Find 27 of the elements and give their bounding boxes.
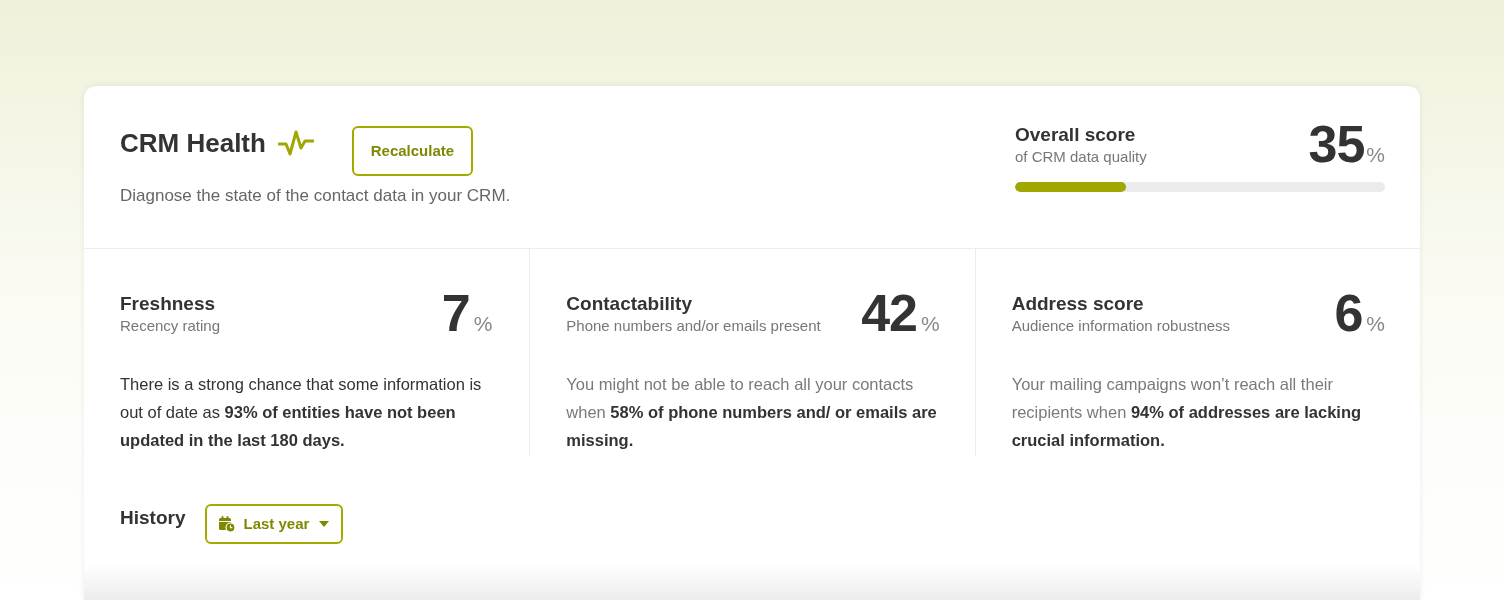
metric-score-value: 7 [441,287,470,339]
pulse-icon [277,130,314,156]
metric-subtitle: Audience information robustness [1011,316,1231,336]
metric-description: There is a strong chance that some information is out of date as 93% of entities have not been updated in the last 180 days. [120,374,483,451]
percent-sign: % [1366,143,1385,167]
history-title: History [120,506,186,530]
caret-icon [319,521,330,527]
period-dropdown[interactable]: Last year [205,504,344,544]
percent-sign: % [1366,312,1385,336]
percent-sign: % [473,312,493,336]
metric-description: You might not be able to reach all your contacts when 58% of phone numbers and/ or emails are missing. [566,374,938,451]
overall-score-value: 35 [1308,118,1365,170]
page-description: Diagnose the state of the contact data in your CRM. [120,185,511,207]
metric-score-value: 42 [861,287,917,339]
metric-subtitle: Phone numbers and/or emails present [566,316,821,336]
percent-sign: % [920,312,940,336]
overall-score-subtitle: of CRM data quality [1015,147,1147,167]
metric-title: Address score [1011,292,1145,316]
metric-subtitle: Recency rating [120,316,221,336]
metric-title: Contactability [566,292,693,316]
overall-score-title: Overall score [1015,123,1137,147]
recalculate-button[interactable]: Recalculate [351,126,473,176]
page-title: CRM Health [120,127,266,159]
metric-score-value: 6 [1334,287,1363,339]
metric-title: Freshness [120,292,217,316]
calendar-clock-icon [219,516,236,532]
metric-description: Your mailing campaigns won’t reach all their recipients when 94% of addresses are lacking crucial information. [1011,374,1363,451]
